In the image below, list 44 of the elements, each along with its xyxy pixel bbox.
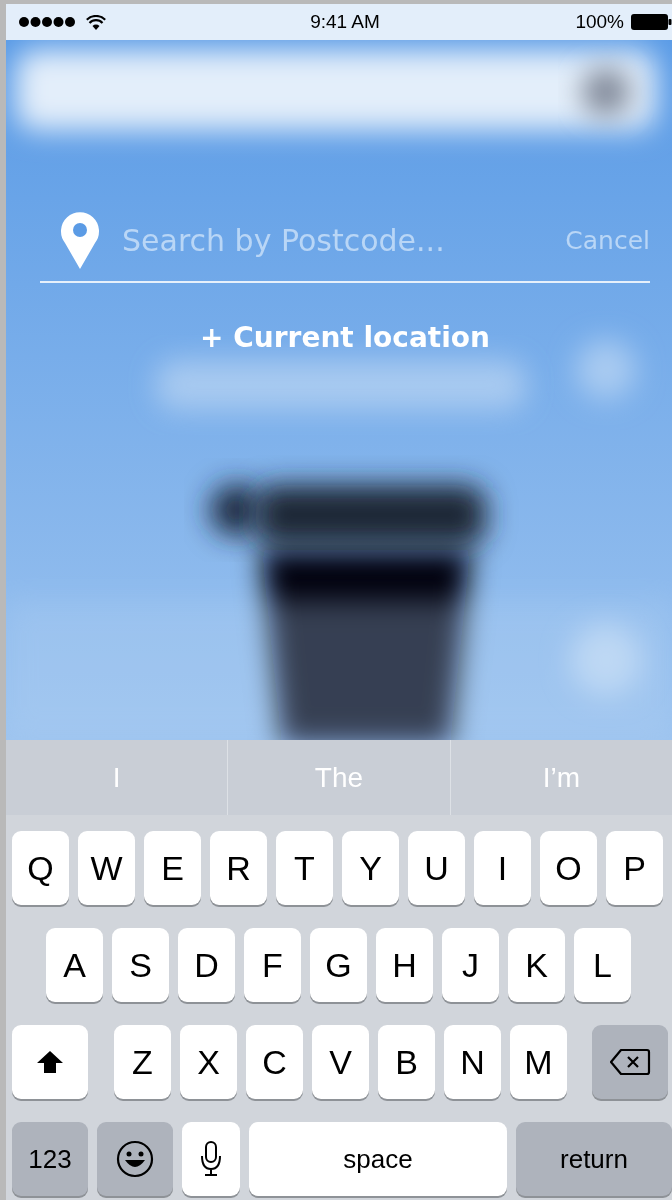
letter-key[interactable]: E xyxy=(144,831,201,905)
delete-key[interactable] xyxy=(592,1025,668,1099)
space-key[interactable]: space xyxy=(249,1122,507,1196)
letter-key[interactable]: M xyxy=(510,1025,567,1099)
letter-key[interactable]: I xyxy=(474,831,531,905)
letter-key[interactable]: C xyxy=(246,1025,303,1099)
letter-key[interactable]: U xyxy=(408,831,465,905)
letter-key[interactable]: G xyxy=(310,928,367,1002)
letter-key[interactable]: L xyxy=(574,928,631,1002)
letter-key[interactable]: B xyxy=(378,1025,435,1099)
battery-icon xyxy=(630,13,672,31)
backspace-icon xyxy=(609,1048,651,1076)
letter-key[interactable]: P xyxy=(606,831,663,905)
letter-key[interactable]: Z xyxy=(114,1025,171,1099)
shift-key[interactable] xyxy=(12,1025,88,1099)
wifi-icon xyxy=(86,14,106,30)
microphone-key[interactable] xyxy=(182,1122,240,1196)
letter-key[interactable]: V xyxy=(312,1025,369,1099)
microphone-icon xyxy=(200,1141,222,1177)
letter-key[interactable]: H xyxy=(376,928,433,1002)
letter-key[interactable]: N xyxy=(444,1025,501,1099)
location-pin-icon xyxy=(60,211,100,269)
letter-key[interactable]: O xyxy=(540,831,597,905)
letter-key[interactable]: Y xyxy=(342,831,399,905)
letter-key[interactable]: X xyxy=(180,1025,237,1099)
shift-arrow-icon xyxy=(36,1050,64,1074)
return-key[interactable]: return xyxy=(516,1122,672,1196)
letter-key[interactable]: R xyxy=(210,831,267,905)
smiley-icon xyxy=(116,1140,154,1178)
battery-percent: 100% xyxy=(575,11,624,33)
emoji-key[interactable] xyxy=(97,1122,173,1196)
search-field[interactable]: Search by Postcode... xyxy=(122,222,544,258)
letter-key[interactable]: J xyxy=(442,928,499,1002)
letter-key[interactable]: K xyxy=(508,928,565,1002)
letter-key[interactable]: S xyxy=(112,928,169,1002)
status-time: 9:41 AM xyxy=(310,11,380,33)
letter-key[interactable]: Q xyxy=(12,831,69,905)
letter-key[interactable]: F xyxy=(244,928,301,1002)
letter-key[interactable]: T xyxy=(276,831,333,905)
letter-key[interactable]: D xyxy=(178,928,235,1002)
letter-key[interactable]: A xyxy=(46,928,103,1002)
numbers-key[interactable]: 123 xyxy=(12,1122,88,1196)
signal-icon xyxy=(18,16,76,28)
letter-key[interactable]: W xyxy=(78,831,135,905)
